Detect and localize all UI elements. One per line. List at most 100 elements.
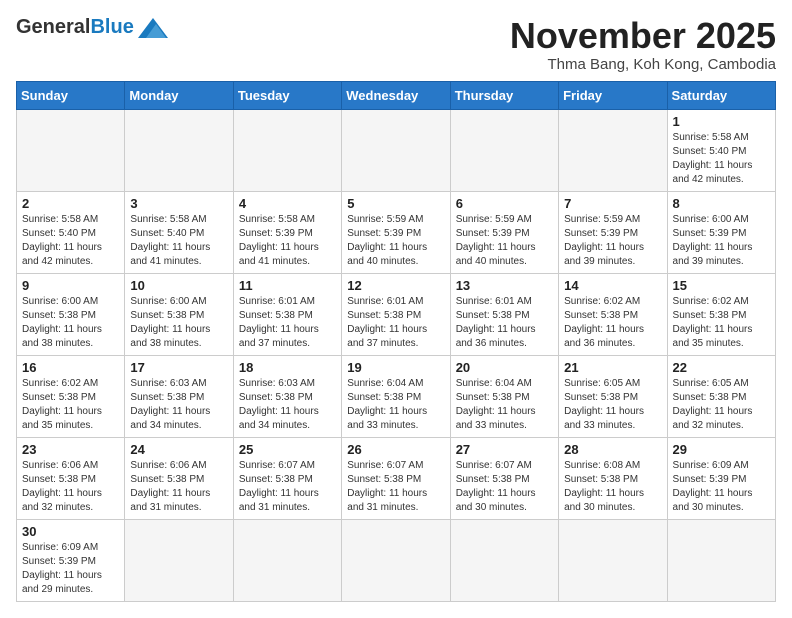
day-cell-15: 15Sunrise: 6:02 AMSunset: 5:38 PMDayligh… — [667, 273, 775, 355]
weekday-header-friday: Friday — [559, 81, 667, 109]
empty-cell — [233, 109, 341, 191]
day-cell-17: 17 Sunrise: 6:03 AMSunset: 5:38 PMDayligh… — [125, 355, 233, 437]
logo-text: GeneralBlue — [16, 16, 134, 39]
day-number: 13 — [456, 278, 553, 293]
day-cell-8: 8 Sunrise: 6:00 AMSunset: 5:39 PMDaylight… — [667, 191, 775, 273]
empty-cell — [667, 519, 775, 601]
weekday-header-thursday: Thursday — [450, 81, 558, 109]
calendar-row: 23Sunrise: 6:06 AMSunset: 5:38 PMDayligh… — [17, 437, 776, 519]
day-number: 18 — [239, 360, 336, 375]
day-number: 9 — [22, 278, 119, 293]
day-number: 20 — [456, 360, 553, 375]
day-cell-22: 22 Sunrise: 6:05 AMSunset: 5:38 PMDayligh… — [667, 355, 775, 437]
day-cell-19: 19Sunrise: 6:04 AMSunset: 5:38 PMDayligh… — [342, 355, 450, 437]
day-cell-5: 5 Sunrise: 5:59 AMSunset: 5:39 PMDaylight… — [342, 191, 450, 273]
day-cell-25: 25 Sunrise: 6:07 AMSunset: 5:38 PMDayligh… — [233, 437, 341, 519]
day-cell-10: 10Sunrise: 6:00 AMSunset: 5:38 PMDayligh… — [125, 273, 233, 355]
day-number: 12 — [347, 278, 444, 293]
day-cell-21: 21Sunrise: 6:05 AMSunset: 5:38 PMDayligh… — [559, 355, 667, 437]
day-cell-2: 2 Sunrise: 5:58 AMSunset: 5:40 PMDaylight… — [17, 191, 125, 273]
empty-cell — [450, 109, 558, 191]
day-info: Sunrise: 6:02 AMSunset: 5:38 PMDaylight:… — [564, 295, 661, 351]
calendar-row: 16Sunrise: 6:02 AMSunset: 5:38 PMDayligh… — [17, 355, 776, 437]
day-number: 3 — [130, 196, 227, 211]
day-number: 7 — [564, 196, 661, 211]
weekday-header-tuesday: Tuesday — [233, 81, 341, 109]
day-number: 15 — [673, 278, 770, 293]
day-info: Sunrise: 5:59 AMSunset: 5:39 PMDaylight:… — [564, 213, 661, 269]
day-cell-30: 30 Sunrise: 6:09 AMSunset: 5:39 PMDayligh… — [17, 519, 125, 601]
day-info: Sunrise: 5:58 AMSunset: 5:40 PMDaylight:… — [22, 213, 119, 269]
day-number: 10 — [130, 278, 227, 293]
day-cell-7: 7 Sunrise: 5:59 AMSunset: 5:39 PMDaylight… — [559, 191, 667, 273]
day-number: 5 — [347, 196, 444, 211]
empty-cell — [125, 519, 233, 601]
day-number: 16 — [22, 360, 119, 375]
day-cell-11: 11 Sunrise: 6:01 AMSunset: 5:38 PMDayligh… — [233, 273, 341, 355]
day-info: Sunrise: 6:04 AMSunset: 5:38 PMDaylight:… — [347, 377, 444, 433]
day-cell-18: 18Sunrise: 6:03 AMSunset: 5:38 PMDayligh… — [233, 355, 341, 437]
logo-icon — [138, 18, 168, 38]
day-info: Sunrise: 6:04 AMSunset: 5:38 PMDaylight:… — [456, 377, 553, 433]
day-cell-29: 29Sunrise: 6:09 AMSunset: 5:39 PMDayligh… — [667, 437, 775, 519]
day-number: 23 — [22, 442, 119, 457]
day-cell-26: 26 Sunrise: 6:07 AMSunset: 5:38 PMDayligh… — [342, 437, 450, 519]
empty-cell — [450, 519, 558, 601]
day-info: Sunrise: 5:59 AMSunset: 5:39 PMDaylight:… — [456, 213, 553, 269]
day-number: 26 — [347, 442, 444, 457]
weekday-header-wednesday: Wednesday — [342, 81, 450, 109]
day-number: 14 — [564, 278, 661, 293]
weekday-header-row: SundayMondayTuesdayWednesdayThursdayFrid… — [17, 81, 776, 109]
day-number: 11 — [239, 278, 336, 293]
day-info: Sunrise: 5:59 AMSunset: 5:39 PMDaylight:… — [347, 213, 444, 269]
day-number: 17 — [130, 360, 227, 375]
month-title: November 2025 — [510, 16, 776, 56]
day-number: 24 — [130, 442, 227, 457]
day-info: Sunrise: 5:58 AMSunset: 5:40 PMDaylight:… — [130, 213, 227, 269]
day-number: 2 — [22, 196, 119, 211]
page-header: GeneralBlue November 2025 Thma Bang, Koh… — [16, 16, 776, 73]
day-info: Sunrise: 5:58 AMSunset: 5:39 PMDaylight:… — [239, 213, 336, 269]
day-cell-24: 24Sunrise: 6:06 AMSunset: 5:38 PMDayligh… — [125, 437, 233, 519]
day-number: 30 — [22, 524, 119, 539]
day-cell-13: 13Sunrise: 6:01 AMSunset: 5:38 PMDayligh… — [450, 273, 558, 355]
day-cell-23: 23Sunrise: 6:06 AMSunset: 5:38 PMDayligh… — [17, 437, 125, 519]
day-number: 8 — [673, 196, 770, 211]
logo: GeneralBlue — [16, 16, 168, 39]
day-number: 22 — [673, 360, 770, 375]
empty-cell — [559, 519, 667, 601]
day-cell-1: 1Sunrise: 5:58 AMSunset: 5:40 PMDaylight… — [667, 109, 775, 191]
day-number: 4 — [239, 196, 336, 211]
day-info: Sunrise: 6:03 AMSunset: 5:38 PMDaylight:… — [130, 377, 227, 433]
day-info: Sunrise: 6:05 AMSunset: 5:38 PMDaylight:… — [673, 377, 770, 433]
day-info: Sunrise: 6:09 AMSunset: 5:39 PMDaylight:… — [22, 541, 119, 597]
day-cell-3: 3 Sunrise: 5:58 AMSunset: 5:40 PMDaylight… — [125, 191, 233, 273]
calendar-body: 1Sunrise: 5:58 AMSunset: 5:40 PMDaylight… — [17, 109, 776, 601]
title-area: November 2025 Thma Bang, Koh Kong, Cambo… — [510, 16, 776, 73]
day-cell-12: 12 Sunrise: 6:01 AMSunset: 5:38 PMDayligh… — [342, 273, 450, 355]
weekday-header-saturday: Saturday — [667, 81, 775, 109]
day-number: 6 — [456, 196, 553, 211]
day-cell-28: 28Sunrise: 6:08 AMSunset: 5:38 PMDayligh… — [559, 437, 667, 519]
calendar-row: 9Sunrise: 6:00 AMSunset: 5:38 PMDaylight… — [17, 273, 776, 355]
empty-cell — [125, 109, 233, 191]
calendar-row: 30 Sunrise: 6:09 AMSunset: 5:39 PMDayligh… — [17, 519, 776, 601]
day-cell-9: 9Sunrise: 6:00 AMSunset: 5:38 PMDaylight… — [17, 273, 125, 355]
day-cell-4: 4 Sunrise: 5:58 AMSunset: 5:39 PMDaylight… — [233, 191, 341, 273]
day-number: 25 — [239, 442, 336, 457]
empty-cell — [233, 519, 341, 601]
day-info: Sunrise: 6:07 AMSunset: 5:38 PMDaylight:… — [239, 459, 336, 515]
day-cell-14: 14 Sunrise: 6:02 AMSunset: 5:38 PMDayligh… — [559, 273, 667, 355]
day-cell-27: 27 Sunrise: 6:07 AMSunset: 5:38 PMDayligh… — [450, 437, 558, 519]
calendar-table: SundayMondayTuesdayWednesdayThursdayFrid… — [16, 81, 776, 602]
day-info: Sunrise: 6:00 AMSunset: 5:39 PMDaylight:… — [673, 213, 770, 269]
day-info: Sunrise: 6:07 AMSunset: 5:38 PMDaylight:… — [347, 459, 444, 515]
day-number: 27 — [456, 442, 553, 457]
day-number: 21 — [564, 360, 661, 375]
day-info: Sunrise: 6:01 AMSunset: 5:38 PMDaylight:… — [239, 295, 336, 351]
calendar-row: 1Sunrise: 5:58 AMSunset: 5:40 PMDaylight… — [17, 109, 776, 191]
location: Thma Bang, Koh Kong, Cambodia — [510, 56, 776, 73]
day-info: Sunrise: 6:07 AMSunset: 5:38 PMDaylight:… — [456, 459, 553, 515]
day-number: 29 — [673, 442, 770, 457]
day-info: Sunrise: 6:01 AMSunset: 5:38 PMDaylight:… — [347, 295, 444, 351]
